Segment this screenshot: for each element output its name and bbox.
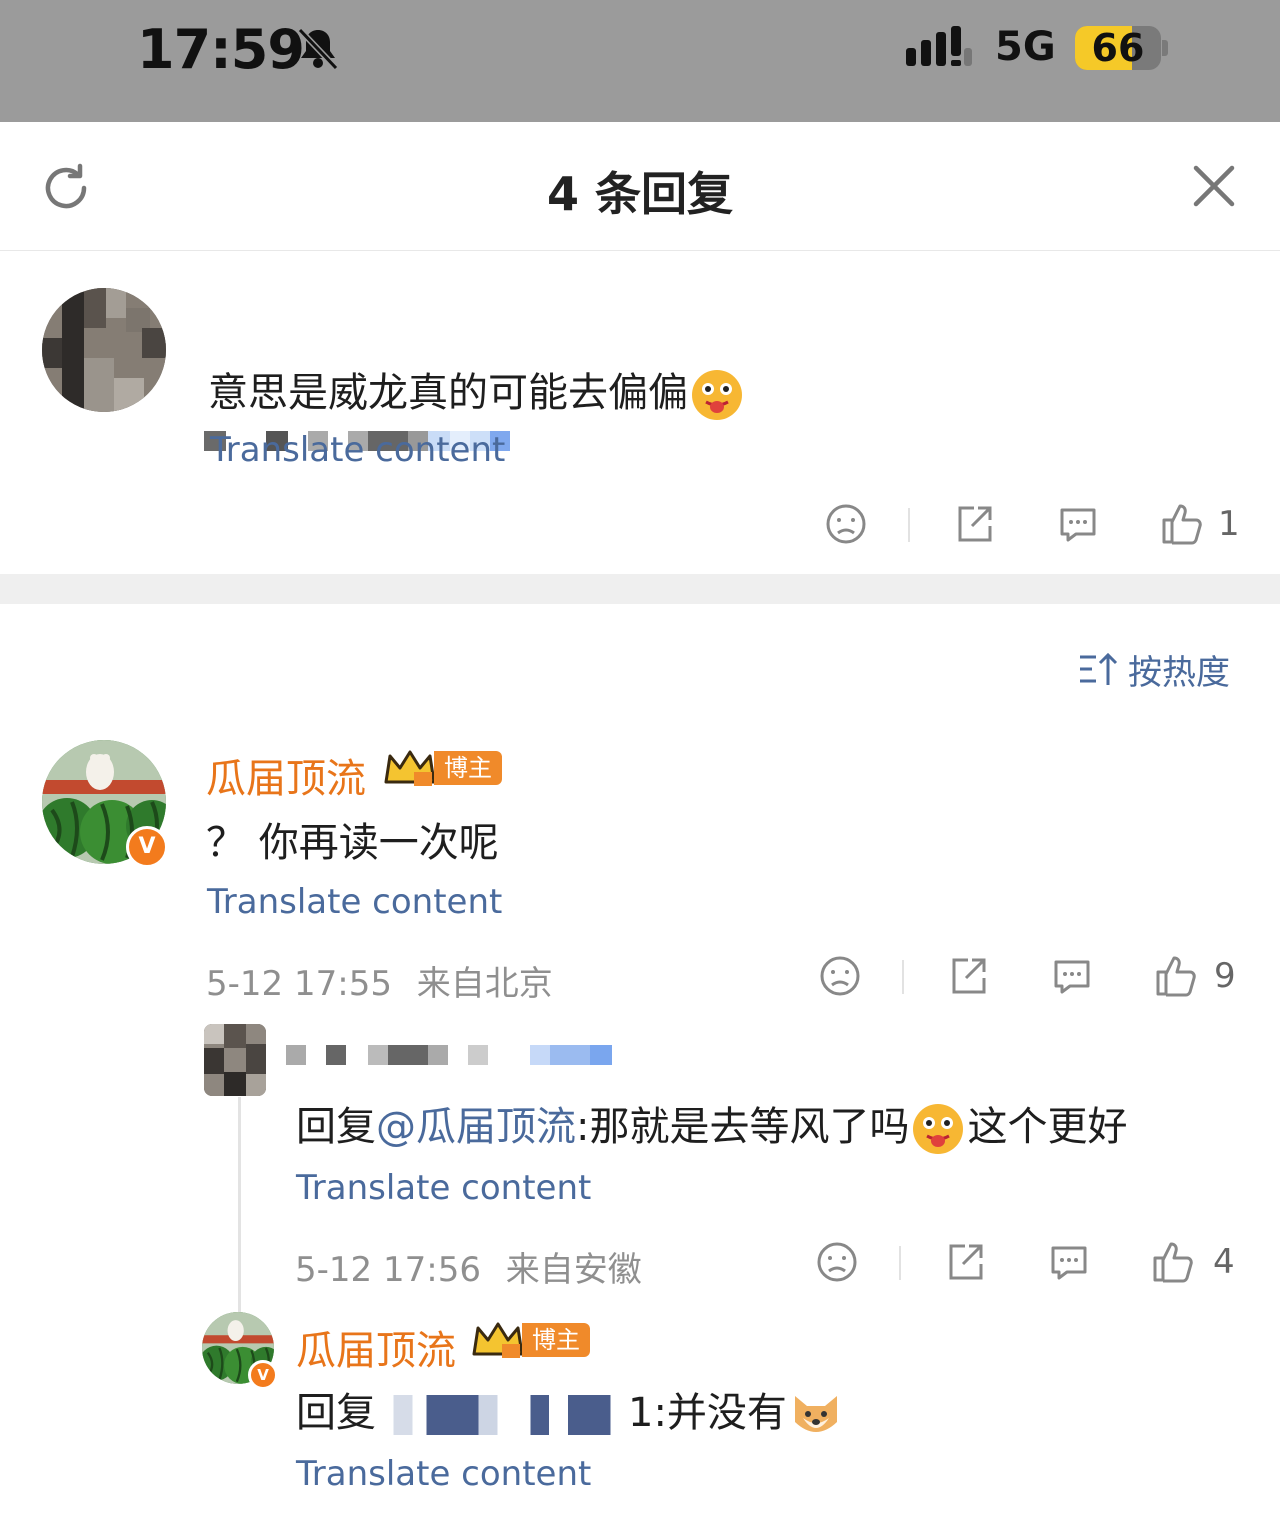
comment-location: 来自北京 — [416, 964, 553, 1004]
status-time: 17:59 — [137, 18, 305, 81]
tongue-emoji-icon — [692, 370, 742, 420]
replies-sheet: 4 条回复 意思是威龙真的可能去偏偏 Translate content 1 按… — [0, 122, 1280, 1535]
comment-actions: 1 — [824, 502, 1244, 552]
sheet-title: 4 条回复 — [546, 167, 734, 221]
comment-icon[interactable] — [1047, 1240, 1091, 1284]
comment-body: 意思是威龙真的可能去偏偏 — [208, 370, 688, 416]
sort-toggle[interactable]: 按热度 — [1078, 644, 1230, 694]
comment-location: 来自安徽 — [505, 1250, 642, 1290]
comment-text: 回复@瓜届顶流:那就是去等风了吗 这个更好 — [296, 1094, 1127, 1156]
comment-icon[interactable] — [1056, 502, 1100, 546]
blogger-badge: 博主 — [470, 1320, 590, 1360]
crown-icon — [472, 1322, 524, 1358]
share-icon[interactable] — [943, 1240, 987, 1284]
battery-tip — [1162, 40, 1168, 56]
dislike-icon[interactable] — [818, 954, 862, 998]
share-icon[interactable] — [952, 502, 996, 546]
share-icon[interactable] — [946, 954, 990, 998]
like-count: 1 — [1218, 504, 1240, 544]
divider — [902, 960, 904, 994]
comment-body: 1:并没有 — [628, 1390, 787, 1436]
comment-body: :那就是去等风了吗 — [576, 1104, 910, 1150]
battery-level: 66 — [1091, 26, 1145, 70]
comment-body: ？ 你再读一次呢 — [206, 820, 499, 866]
comment-date: 5-12 17:55 — [206, 964, 392, 1004]
verified-badge-icon: V — [126, 826, 168, 868]
network-type: 5G — [995, 24, 1056, 70]
comment-actions: 9 — [818, 954, 1244, 1004]
sort-label: 按热度 — [1128, 652, 1230, 693]
avatar-mosaic — [204, 1024, 266, 1096]
reply-prefix: 回复 — [296, 1104, 376, 1150]
tongue-emoji-icon — [913, 1104, 964, 1154]
like-icon[interactable] — [1151, 1240, 1195, 1284]
author-name[interactable]: 瓜届顶流 — [206, 746, 366, 804]
bell-muted-icon — [297, 27, 339, 71]
comment-text: 回复 1:并没有 — [296, 1380, 845, 1442]
crown-icon — [384, 750, 436, 786]
battery-indicator: 66 — [1075, 26, 1161, 70]
username-redacted — [286, 1042, 612, 1068]
avatar[interactable] — [42, 288, 166, 412]
dislike-icon[interactable] — [824, 502, 868, 546]
translate-link[interactable]: Translate content — [207, 882, 502, 922]
comment-meta: 5-12 17:55 来自北京 — [206, 956, 553, 1005]
signal-icon — [906, 26, 972, 66]
author-name[interactable]: 瓜届顶流 — [296, 1318, 456, 1376]
like-count: 9 — [1214, 956, 1236, 996]
avatar-mosaic — [42, 288, 166, 412]
comment-body-suffix: 这个更好 — [967, 1104, 1128, 1150]
status-bar: 17:59 5G 66 — [0, 0, 1280, 122]
comment-date: 5-12 17:56 — [295, 1250, 481, 1290]
section-divider — [0, 574, 1280, 604]
reply-prefix: 回复 — [296, 1390, 376, 1436]
like-icon[interactable] — [1154, 954, 1198, 998]
divider — [908, 508, 910, 542]
translate-link[interactable]: Translate content — [296, 1168, 591, 1208]
badge-label: 博主 — [522, 1323, 590, 1357]
translate-link[interactable]: Translate content — [296, 1454, 591, 1494]
doge-emoji-icon — [794, 1396, 837, 1432]
comment-icon[interactable] — [1050, 954, 1094, 998]
divider — [899, 1246, 901, 1280]
comment-text: 意思是威龙真的可能去偏偏 — [208, 360, 746, 422]
username-redacted — [384, 1395, 620, 1435]
mention-link[interactable]: @瓜届顶流 — [376, 1104, 576, 1150]
dislike-icon[interactable] — [815, 1240, 859, 1284]
like-count: 4 — [1213, 1242, 1235, 1282]
sort-icon — [1080, 652, 1118, 685]
verified-badge-icon: V — [248, 1360, 278, 1390]
thread-line — [238, 1097, 241, 1312]
blogger-badge: 博主 — [382, 748, 502, 788]
close-icon[interactable] — [1190, 162, 1238, 210]
avatar[interactable] — [204, 1024, 266, 1096]
like-icon[interactable] — [1160, 502, 1204, 546]
badge-label: 博主 — [434, 751, 502, 785]
comment-actions: 4 — [815, 1240, 1245, 1290]
sheet-header: 4 条回复 — [0, 122, 1280, 251]
comment-meta: 5-12 17:56 来自安徽 — [295, 1242, 642, 1291]
translate-link[interactable]: Translate content — [210, 430, 505, 470]
